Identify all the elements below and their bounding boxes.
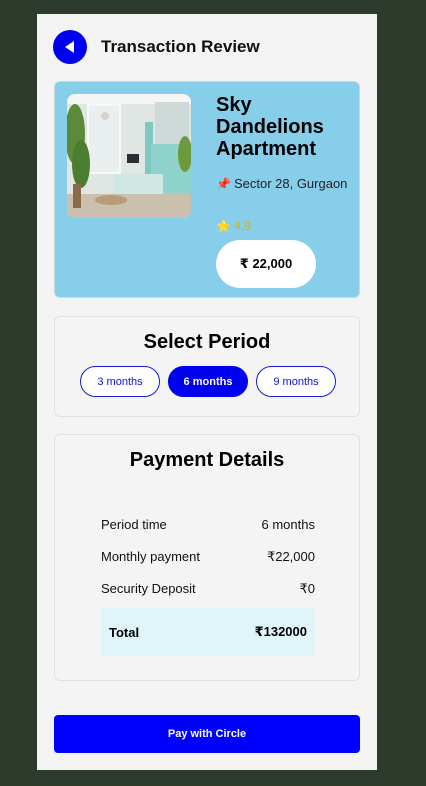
payment-row-label: Period time <box>101 517 167 532</box>
property-name: Sky Dandelions Apartment <box>216 94 324 160</box>
select-period-title: Select Period <box>143 331 271 353</box>
property-rating: ⭐ 4.9 <box>216 219 251 233</box>
payment-row-label: Monthly payment <box>101 549 200 564</box>
page-title: Transaction Review <box>101 37 260 56</box>
payment-row-value: 6 months <box>261 517 315 532</box>
payment-row: Period time 6 months <box>101 517 315 532</box>
payment-row-value: ₹0 <box>299 581 315 596</box>
property-location-text: Sector 28, Gurgaon <box>233 176 348 191</box>
property-image <box>67 94 191 218</box>
pin-icon: 📌 <box>216 177 231 191</box>
total-value: ₹132000 <box>254 624 307 639</box>
back-arrow-icon <box>63 40 77 54</box>
star-icon: ⭐ <box>216 219 231 233</box>
period-option-3-months[interactable]: 3 months <box>80 366 160 397</box>
payment-row: Monthly payment ₹22,000 <box>101 549 315 565</box>
period-options: 3 months 6 months 9 months <box>80 366 336 397</box>
total-label: Total <box>109 624 140 640</box>
payment-row-value: ₹22,000 <box>266 549 315 564</box>
period-option-6-months[interactable]: 6 months <box>168 366 248 397</box>
property-card[interactable]: Sky Dandelions Apartment 📌 Sector 28, Gur… <box>54 81 360 298</box>
select-period-card: Select Period 3 months 6 months 9 months <box>54 316 360 417</box>
price-badge: ₹ 22,000 <box>216 240 316 288</box>
pay-with-circle-button[interactable]: Pay with Circle <box>54 715 360 753</box>
back-button[interactable] <box>53 30 87 64</box>
payment-row: Security Deposit ₹0 <box>101 581 315 597</box>
header: Transaction Review <box>53 30 260 64</box>
app-screen: Transaction Review Sky Dandelions Apartm… <box>37 14 377 770</box>
rating-value: 4.9 <box>234 219 251 233</box>
payment-details-card: Payment Details Period time 6 months Mon… <box>54 434 360 681</box>
payment-row-label: Security Deposit <box>101 581 196 596</box>
payment-details-title: Payment Details <box>129 449 285 471</box>
property-location: 📌 Sector 28, Gurgaon <box>216 176 356 192</box>
period-option-9-months[interactable]: 9 months <box>256 366 336 397</box>
total-row: Total ₹132000 <box>101 608 315 656</box>
